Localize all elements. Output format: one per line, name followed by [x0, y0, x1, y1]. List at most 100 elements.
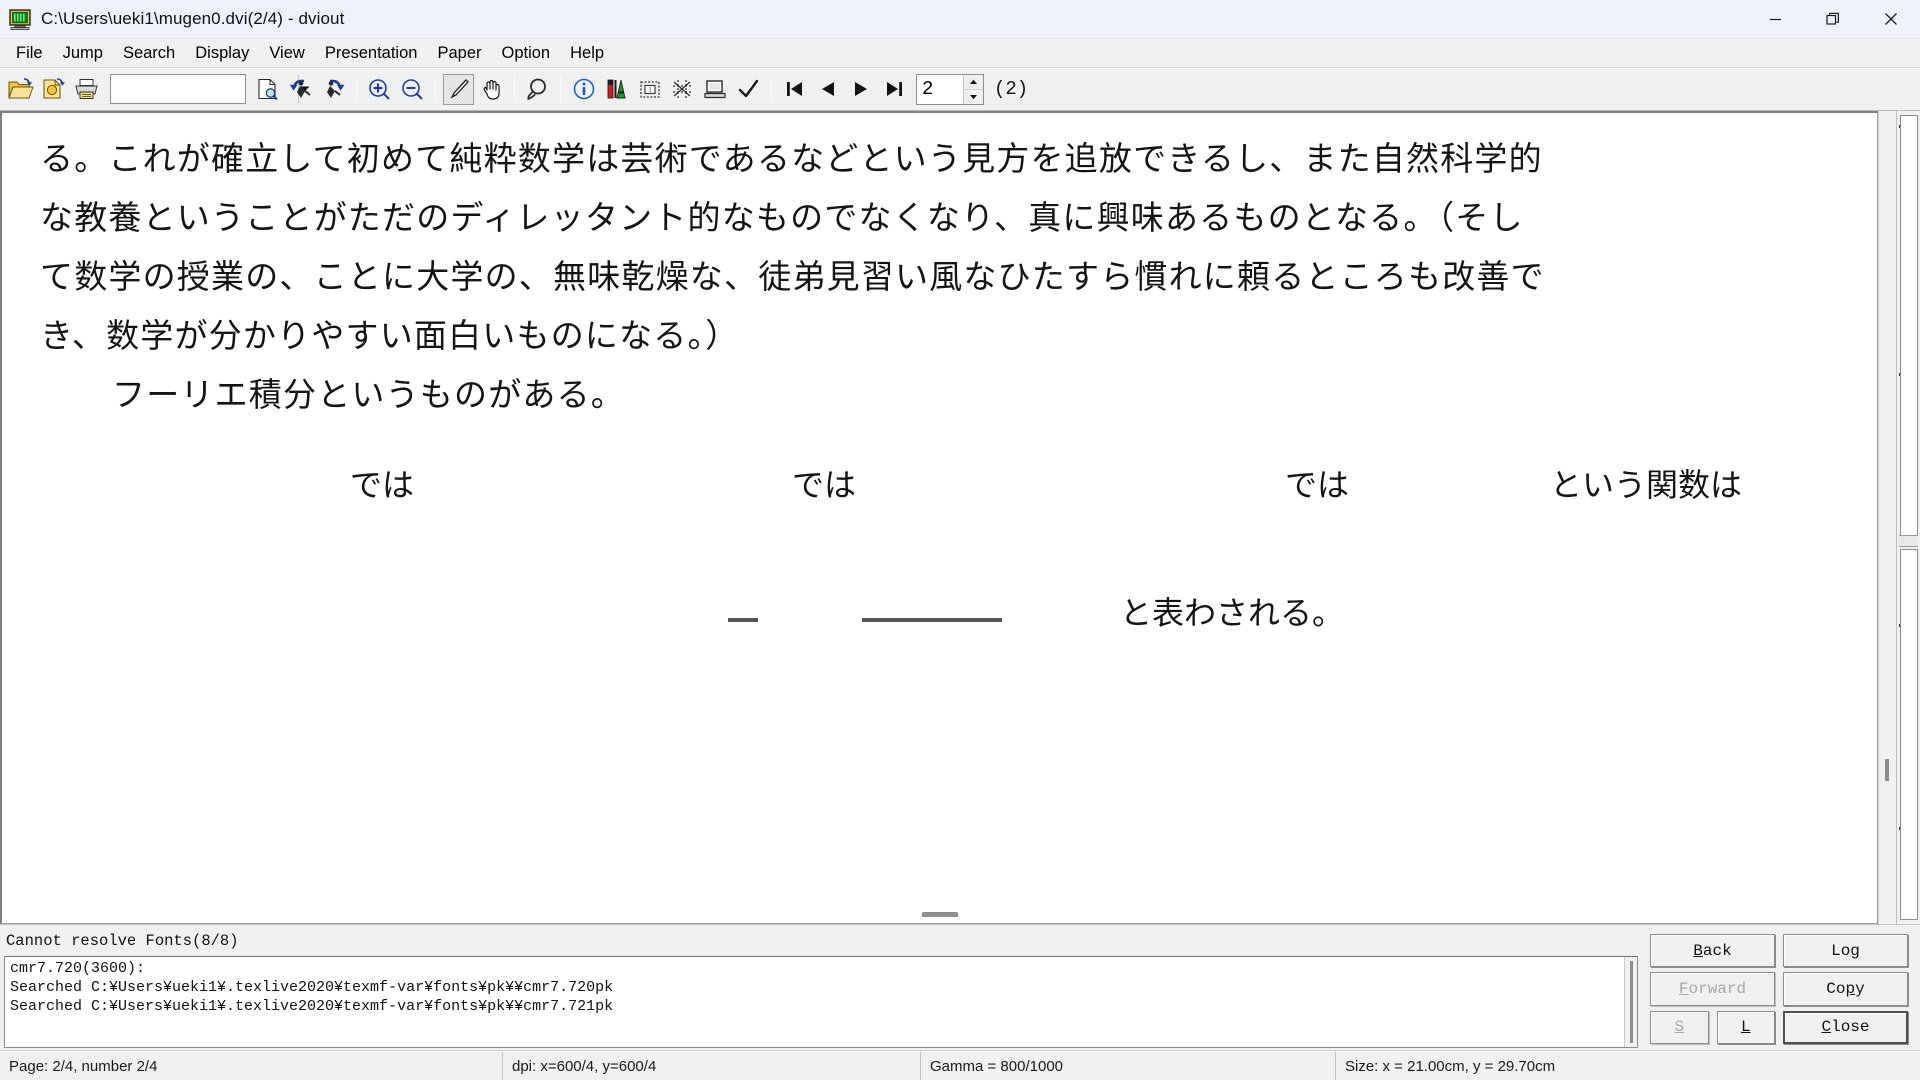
zoom-in-icon[interactable] — [364, 74, 395, 105]
horizontal-scroll-handle[interactable] — [921, 912, 958, 917]
first-page-icon[interactable] — [779, 74, 810, 105]
page-spin-down-icon[interactable] — [964, 89, 983, 104]
toolbar-separator-4 — [560, 76, 561, 102]
toolbar-separator — [356, 76, 357, 102]
status-gamma: Gamma = 800/1000 — [921, 1051, 1336, 1080]
message-header: Cannot resolve Fonts(8/8) — [6, 932, 239, 950]
doc-line: な教養ということがただのディレッタント的なものでなくなり、真に興味あるものとなる… — [40, 201, 1524, 237]
magnifier-icon[interactable] — [522, 74, 553, 105]
pointer-icon[interactable] — [443, 73, 474, 105]
doc-line: る。これが確立して初めて純粋数学は芸術であるなどという見方を追放できるし、また自… — [40, 142, 1543, 178]
formula-text: という関数は — [1550, 467, 1743, 503]
page-number-input[interactable] — [917, 74, 963, 104]
color-specials-icon[interactable] — [601, 74, 632, 105]
menu-paper[interactable]: Paper — [427, 41, 491, 66]
print-icon[interactable] — [71, 74, 102, 105]
page-number-box[interactable] — [916, 73, 984, 105]
fraction-bar-glyph — [862, 618, 1002, 622]
menu-search[interactable]: Search — [113, 41, 185, 66]
prev-page-icon[interactable] — [812, 74, 843, 105]
formula-row-1: では では では という関数は — [40, 460, 1849, 570]
last-page-icon[interactable] — [878, 74, 909, 105]
display-icon[interactable] — [700, 74, 731, 105]
minimize-icon[interactable] — [1746, 0, 1804, 39]
dviout-window: C:\Users\ueki1\mugen0.dvi(2/4) - dviout … — [0, 0, 1920, 1080]
menu-view[interactable]: View — [259, 41, 314, 66]
check-icon[interactable] — [733, 74, 764, 105]
redo-jump-icon[interactable] — [318, 74, 349, 105]
menu-option[interactable]: Option — [492, 41, 561, 66]
frame-icon[interactable]: 1 — [634, 74, 665, 105]
scroll-thumb-upper[interactable] — [1900, 115, 1918, 540]
scroll-thumb-notch[interactable] — [1899, 535, 1918, 547]
doc-line: て数学の授業の、ことに大学の、無味乾燥な、徒弟見習い風なひたすら慣れに頼るところ… — [40, 260, 1545, 296]
minus-sign-glyph — [728, 618, 758, 622]
close-button[interactable]: Close — [1783, 1010, 1908, 1044]
formula-text: では — [350, 467, 415, 503]
log-line: Searched C:¥Users¥ueki1¥.texlive2020¥tex… — [10, 979, 614, 996]
menu-jump[interactable]: Jump — [53, 41, 113, 66]
title-bar: C:\Users\ueki1\mugen0.dvi(2/4) - dviout — [0, 0, 1920, 39]
message-buttons: Back Lo g Forward Co p y S L Close — [1644, 928, 1920, 1050]
toolbar-separator-5 — [771, 76, 772, 102]
render-icon[interactable] — [667, 74, 698, 105]
formula-row-2: と表わされる。 — [40, 570, 1849, 660]
dvi-page-content: る。これが確立して初めて純粋数学は芸術であるなどという見方を追放できるし、また自… — [2, 113, 1877, 660]
log-scroll-thumb[interactable] — [1630, 961, 1633, 1043]
page-spin-buttons[interactable] — [963, 74, 983, 104]
toolbar-separator-3 — [514, 76, 515, 102]
back-button[interactable]: Back — [1650, 934, 1775, 968]
menu-bar: File Jump Search Display View Presentati… — [0, 39, 1920, 68]
page-count-label: (2) — [994, 78, 1029, 100]
info-icon[interactable] — [568, 74, 599, 105]
menu-file[interactable]: File — [6, 41, 53, 66]
toolbar: 1 2 (2) — [0, 68, 1920, 111]
forward-button: Forward — [1650, 972, 1775, 1006]
document-area: る。これが確立して初めて純粋数学は芸術であるなどという見方を追放できるし、また自… — [0, 111, 1920, 924]
status-size: Size: x = 21.00cm, y = 29.70cm — [1336, 1051, 1920, 1080]
window-title: C:\Users\ueki1\mugen0.dvi(2/4) - dviout — [41, 9, 345, 28]
log-line: cmr7.720(3600): — [10, 960, 146, 977]
log-line: Searched C:¥Users¥ueki1¥.texlive2020¥tex… — [10, 998, 614, 1015]
log-scrollbar[interactable] — [1624, 957, 1637, 1047]
formula-text: では — [792, 467, 857, 503]
doc-line: フーリエ積分というものがある。 — [112, 378, 625, 414]
sl-button-group: S L — [1650, 1010, 1775, 1044]
svg-text:1: 1 — [648, 86, 652, 94]
formula-text: では — [1285, 467, 1350, 503]
menu-help[interactable]: Help — [560, 41, 614, 66]
status-bar: Page: 2/4, number 2/4 dpi: x=600/4, y=60… — [0, 1050, 1920, 1080]
vertical-ruler[interactable] — [1878, 111, 1896, 924]
hand-icon[interactable] — [476, 74, 507, 105]
vertical-scrollbar[interactable] — [1896, 111, 1920, 924]
page-spin-up-icon[interactable] — [964, 74, 983, 90]
status-dpi: dpi: x=600/4, y=600/4 — [503, 1051, 921, 1080]
doc-line: き、数学が分かりやすい面白いものになる。） — [40, 319, 740, 355]
menu-presentation[interactable]: Presentation — [315, 41, 428, 66]
file-combo[interactable] — [110, 74, 310, 104]
reopen-file-icon[interactable] — [38, 74, 69, 105]
zoom-out-icon[interactable] — [397, 74, 428, 105]
status-page: Page: 2/4, number 2/4 — [0, 1051, 503, 1080]
dvi-page-canvas[interactable]: る。これが確立して初めて純粋数学は芸術であるなどという見方を追放できるし、また自… — [0, 111, 1878, 924]
s-button: S — [1650, 1010, 1709, 1044]
log-button[interactable]: Lo g — [1783, 934, 1908, 968]
open-file-icon[interactable] — [5, 74, 36, 105]
scroll-thumb-lower[interactable] — [1900, 549, 1918, 920]
dviout-monitor-icon — [9, 8, 31, 30]
log-lines: cmr7.720(3600): Searched C:¥Users¥ueki1¥… — [5, 957, 1624, 1047]
preview-icon[interactable] — [252, 74, 283, 105]
window-controls — [1746, 0, 1920, 39]
ruler-tick — [1885, 759, 1889, 781]
page-spinner[interactable]: (2) — [916, 73, 1029, 105]
restore-icon[interactable] — [1804, 0, 1862, 39]
close-icon[interactable] — [1862, 0, 1920, 39]
copy-button[interactable]: Co p y — [1783, 972, 1908, 1006]
menu-display[interactable]: Display — [185, 41, 259, 66]
undo-jump-icon[interactable] — [285, 74, 316, 105]
log-textbox[interactable]: cmr7.720(3600): Searched C:¥Users¥ueki1¥… — [4, 956, 1638, 1048]
l-button[interactable]: L — [1716, 1010, 1775, 1044]
formula-text: と表わされる。 — [1120, 595, 1345, 631]
message-left: Cannot resolve Fonts(8/8) cmr7.720(3600)… — [0, 928, 1644, 1050]
next-page-icon[interactable] — [845, 74, 876, 105]
